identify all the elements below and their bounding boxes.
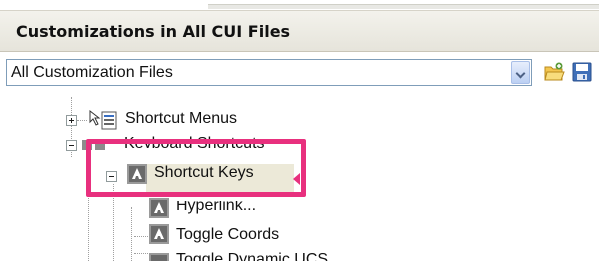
tree-guide-line bbox=[131, 207, 132, 261]
expand-plus-icon[interactable] bbox=[66, 115, 77, 126]
collapse-minus-icon[interactable] bbox=[66, 140, 77, 151]
annotation-highlight-box bbox=[86, 139, 306, 197]
save-icon[interactable] bbox=[571, 61, 593, 83]
customization-tree: Shortcut Menus Keyboard Shortcuts Shortc… bbox=[0, 97, 599, 261]
chevron-down-icon[interactable] bbox=[511, 61, 530, 84]
filter-selected-value: All Customization Files bbox=[11, 64, 173, 81]
command-icon bbox=[149, 253, 169, 261]
panel-title: Customizations in All CUI Files bbox=[16, 22, 291, 41]
command-icon bbox=[149, 198, 169, 218]
open-cui-file-icon[interactable] bbox=[543, 61, 565, 83]
tree-connector bbox=[77, 120, 87, 121]
tree-node-label-clip: Toggle Dynamic UCS bbox=[176, 251, 376, 261]
tree-connector bbox=[134, 236, 148, 237]
panel-top-border bbox=[208, 4, 599, 9]
tree-node-label-clip: Hyperlink... bbox=[176, 201, 296, 216]
tree-node-label: Toggle Coords bbox=[176, 226, 280, 243]
command-icon bbox=[149, 224, 169, 244]
tree-node-label: Shortcut Menus bbox=[125, 110, 238, 127]
panel-header: Customizations in All CUI Files bbox=[0, 10, 599, 52]
cui-file-filter-select[interactable]: All Customization Files bbox=[6, 59, 532, 86]
tree-connector bbox=[134, 253, 148, 254]
filter-row: All Customization Files bbox=[0, 56, 599, 90]
tree-node-label: Toggle Dynamic UCS bbox=[176, 251, 329, 261]
shortcut-menus-icon bbox=[89, 109, 117, 130]
tree-node-label: Hyperlink... bbox=[176, 201, 257, 214]
